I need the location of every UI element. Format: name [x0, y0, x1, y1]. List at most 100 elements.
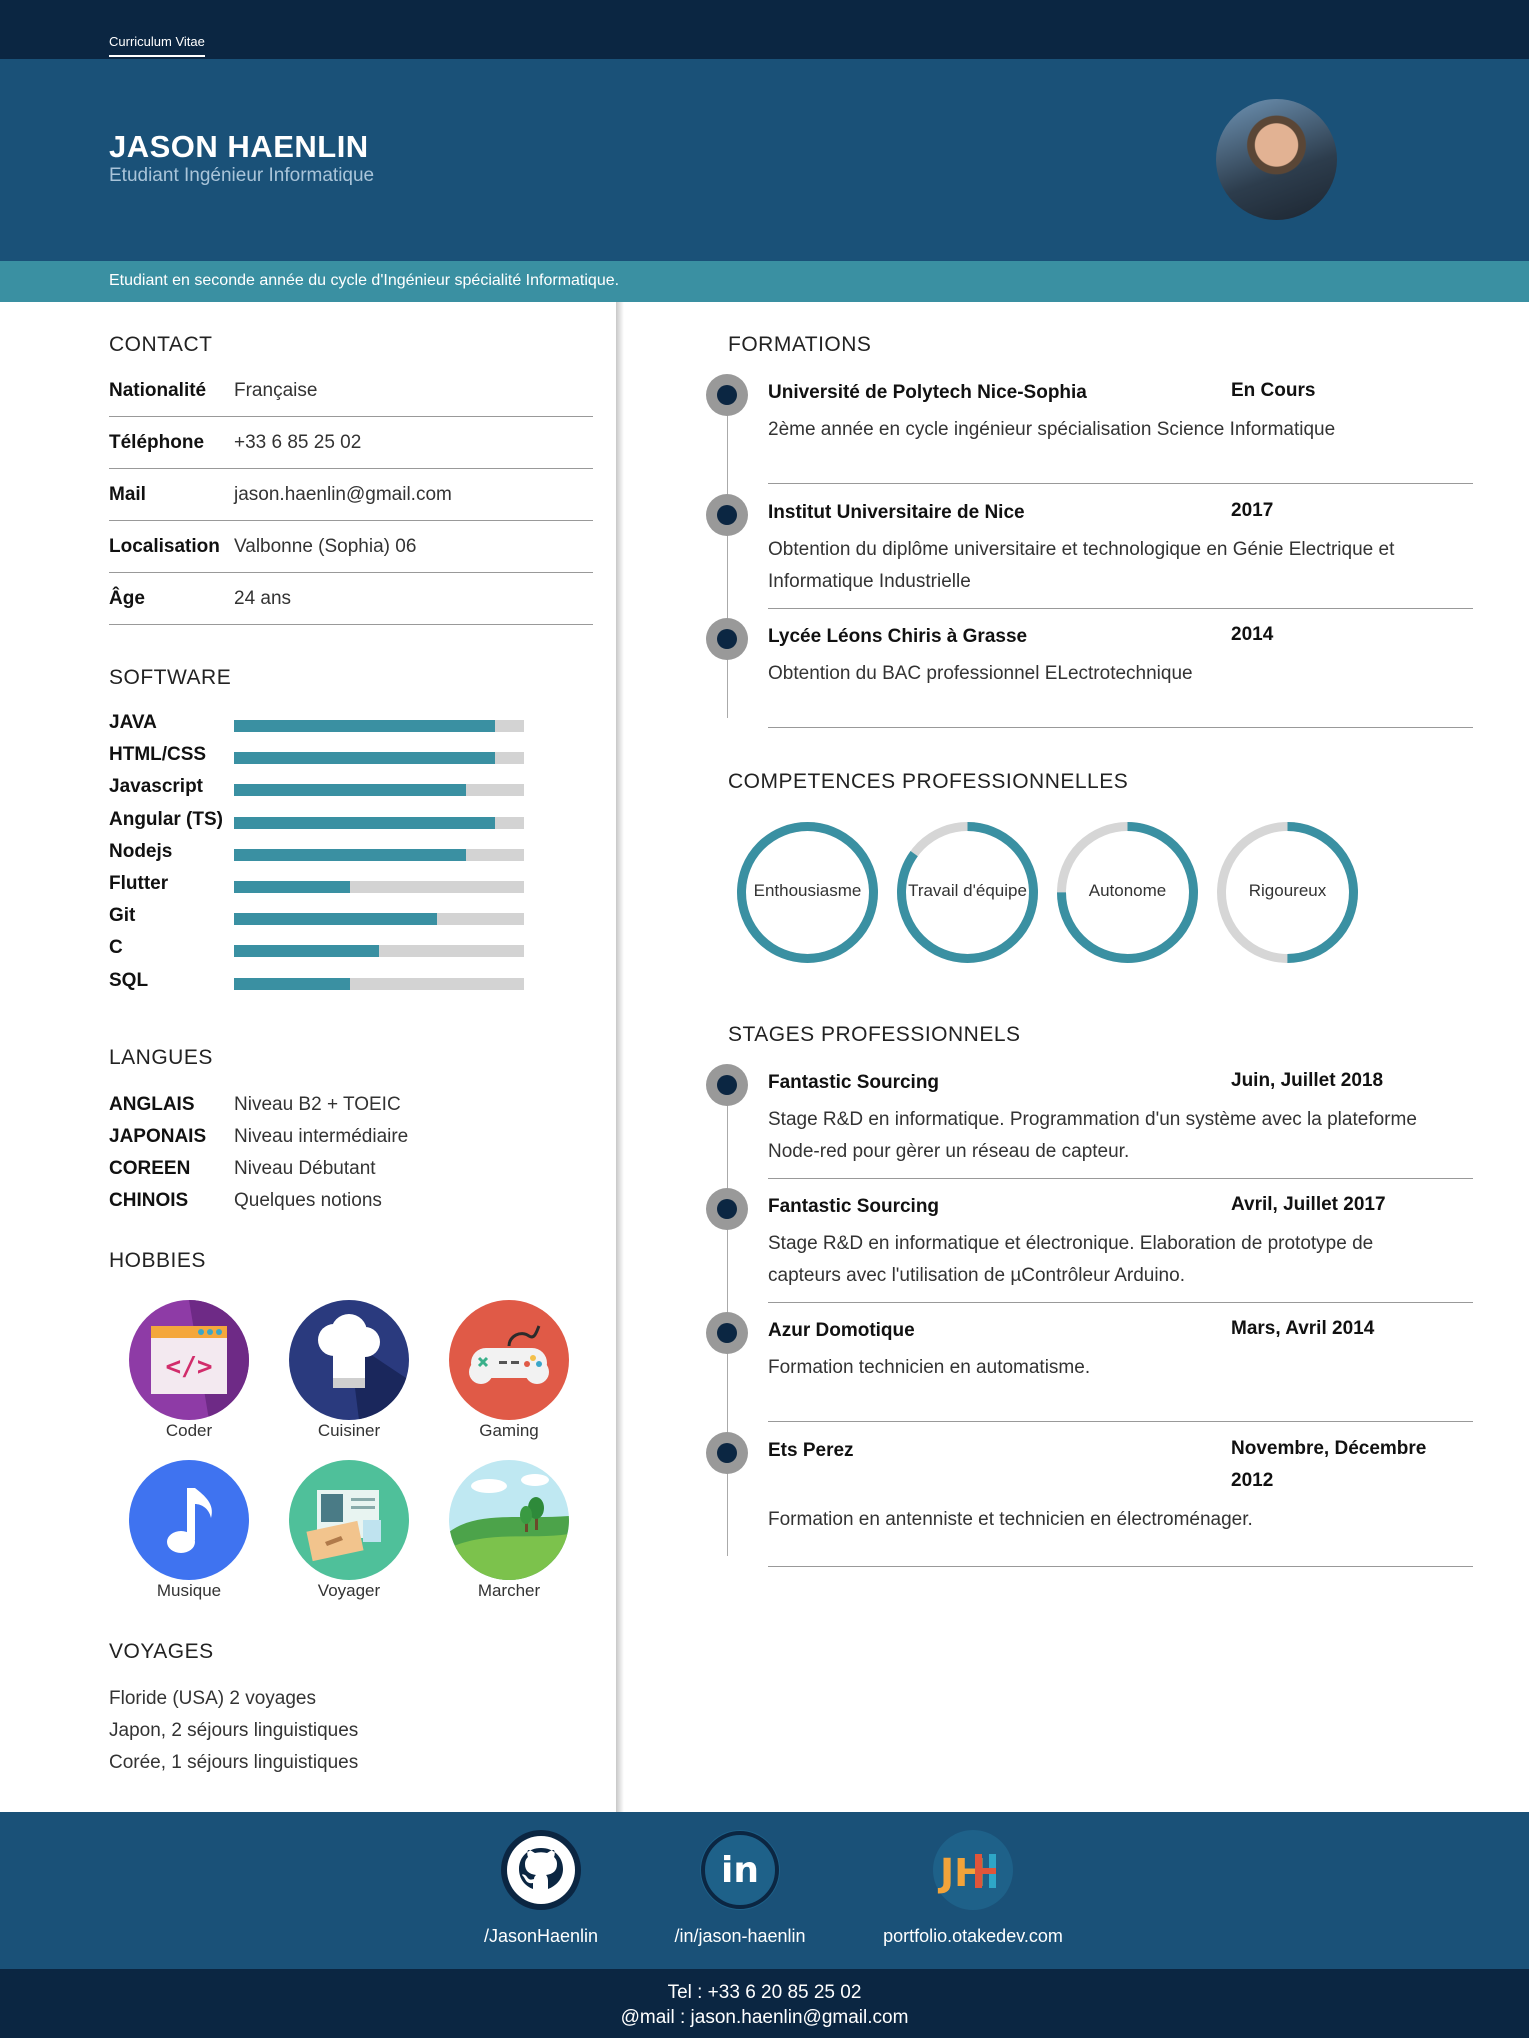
language-row: COREEN Niveau Débutant	[109, 1158, 559, 1184]
skill-name: JAVA	[109, 712, 157, 733]
linkedin-icon[interactable]: in	[700, 1830, 780, 1910]
formation-date: 2017	[1231, 500, 1274, 521]
gamepad-icon	[449, 1300, 569, 1420]
footer: /JasonHaenlin in /in/jason-haenlin JH po…	[0, 1812, 1529, 1969]
divider	[768, 727, 1473, 728]
passport-icon	[289, 1460, 409, 1580]
formation-date: En Cours	[1231, 380, 1316, 401]
skill-row: Git	[109, 905, 559, 931]
competence-ring: Enthousiasme	[735, 820, 880, 965]
stage-desc: Formation technicien en automatisme.	[768, 1357, 1091, 1378]
skill-bar	[234, 720, 524, 732]
skill-name: Flutter	[109, 873, 169, 894]
landscape-icon	[449, 1460, 569, 1580]
footer-tel: Tel : +33 6 20 85 25 02	[667, 1982, 862, 2003]
language-row: ANGLAIS Niveau B2 + TOEIC	[109, 1094, 559, 1120]
skill-name: SQL	[109, 969, 149, 991]
timeline-dot	[706, 1064, 748, 1106]
profile-role: Etudiant Ingénieur Informatique	[109, 165, 375, 186]
music-note-icon	[129, 1460, 249, 1580]
stage-company: Fantastic Sourcing	[768, 1196, 940, 1217]
contact-value: +33 6 85 25 02	[234, 432, 362, 453]
skill-name: Angular (TS)	[109, 808, 223, 830]
language-level: Niveau B2 + TOEIC	[234, 1094, 401, 1115]
timeline-dot	[706, 374, 748, 416]
hobby-item: Cuisiner	[279, 1300, 419, 1450]
skill-bar-fill	[234, 784, 466, 797]
skill-bar	[234, 752, 524, 765]
skill-name: Javascript	[109, 776, 204, 798]
footer-mail[interactable]: @mail : jason.haenlin@gmail.com	[0, 2007, 1529, 2029]
contact-row: Téléphone +33 6 85 25 02	[109, 417, 593, 469]
formation-school: Institut Universitaire de Nice	[768, 502, 1025, 523]
tab-curriculum-vitae[interactable]: Curriculum Vitae	[109, 34, 205, 57]
competences-title: COMPETENCES PROFESSIONNELLES	[728, 770, 1129, 793]
hobby-item: Musique	[119, 1460, 259, 1610]
linkedin-link[interactable]: in /in/jason-haenlin	[640, 1830, 840, 1960]
language-level: Niveau Débutant	[234, 1158, 376, 1179]
skill-name: HTML/CSS	[109, 744, 207, 766]
jh-logo-icon[interactable]: JH	[933, 1830, 1013, 1910]
contact-key: Mail	[109, 484, 146, 505]
skill-bar	[234, 816, 524, 829]
skill-bar	[234, 784, 524, 797]
divider	[768, 1302, 1473, 1303]
competence-label: Rigoureux	[1248, 881, 1327, 900]
competence-label: Enthousiasme	[753, 881, 862, 900]
header: JASON HAENLIN Etudiant Ingénieur Informa…	[0, 59, 1529, 261]
skill-bar-fill	[234, 720, 495, 732]
stage-desc: Stage R&D en informatique. Programmation…	[768, 1109, 1417, 1162]
skill-bar	[234, 881, 524, 893]
skill-row: Nodejs	[109, 841, 559, 867]
summary-text: Etudiant en seconde année du cycle d'Ing…	[109, 272, 620, 289]
competence-ring: Autonome	[1055, 820, 1200, 965]
skill-bar	[234, 945, 524, 958]
timeline-dot	[706, 1188, 748, 1230]
svg-text:in: in	[721, 1850, 759, 1891]
avatar	[1216, 99, 1337, 220]
skill-bar-fill	[234, 977, 350, 990]
contact-row: Âge 24 ans	[109, 573, 593, 625]
formation-desc: Obtention du diplôme universitaire et te…	[768, 539, 1395, 592]
hobby-label: Musique	[156, 1581, 222, 1600]
github-label[interactable]: /JasonHaenlin	[441, 1926, 641, 1947]
timeline-dot	[706, 1432, 748, 1474]
stage-date: Juin, Juillet 2018	[1231, 1070, 1384, 1091]
skill-row: JAVA	[109, 712, 559, 738]
stages-title: STAGES PROFESSIONNELS	[728, 1023, 1021, 1046]
contact-value: Valbonne (Sophia) 06	[234, 536, 417, 557]
contact-value[interactable]: jason.haenlin@gmail.com	[234, 484, 452, 506]
contact-key: Âge	[109, 588, 145, 609]
voyages-title: VOYAGES	[109, 1640, 214, 1663]
github-link[interactable]: /JasonHaenlin	[441, 1830, 641, 1960]
timeline-dot	[706, 494, 748, 536]
skill-row: Angular (TS)	[109, 809, 559, 835]
contact-value: Française	[234, 380, 318, 401]
skill-name: Git	[109, 905, 136, 927]
voyage-item: Japon, 2 séjours linguistiques	[109, 1720, 359, 1741]
hobby-item: </> Coder	[119, 1300, 259, 1450]
skill-bar	[234, 977, 524, 990]
langues-title: LANGUES	[109, 1046, 213, 1069]
hobby-item: Voyager	[279, 1460, 419, 1610]
competence-label: Autonome	[1088, 881, 1167, 900]
linkedin-label[interactable]: /in/jason-haenlin	[640, 1926, 840, 1947]
column-divider	[616, 302, 624, 1812]
software-title: SOFTWARE	[109, 666, 232, 689]
language-level: Quelques notions	[234, 1190, 382, 1211]
formation-desc: Obtention du BAC professionnel ELectrote…	[768, 663, 1193, 684]
portfolio-label[interactable]: portfolio.otakedev.com	[873, 1926, 1073, 1947]
skill-bar-fill	[234, 913, 437, 926]
competence-ring: Travail d'équipe	[895, 820, 1040, 965]
stage-company: Ets Perez	[768, 1440, 854, 1461]
portfolio-link[interactable]: JH portfolio.otakedev.com	[873, 1830, 1073, 1960]
hobby-item: Marcher	[439, 1460, 579, 1610]
language-name: JAPONAIS	[109, 1126, 207, 1147]
skill-bar-fill	[234, 848, 466, 861]
contact-key: Localisation	[109, 536, 220, 557]
divider	[768, 1421, 1473, 1422]
skill-row: Javascript	[109, 776, 559, 802]
formations-title: FORMATIONS	[728, 333, 872, 356]
github-icon[interactable]	[501, 1830, 581, 1910]
skill-row: C	[109, 937, 559, 963]
